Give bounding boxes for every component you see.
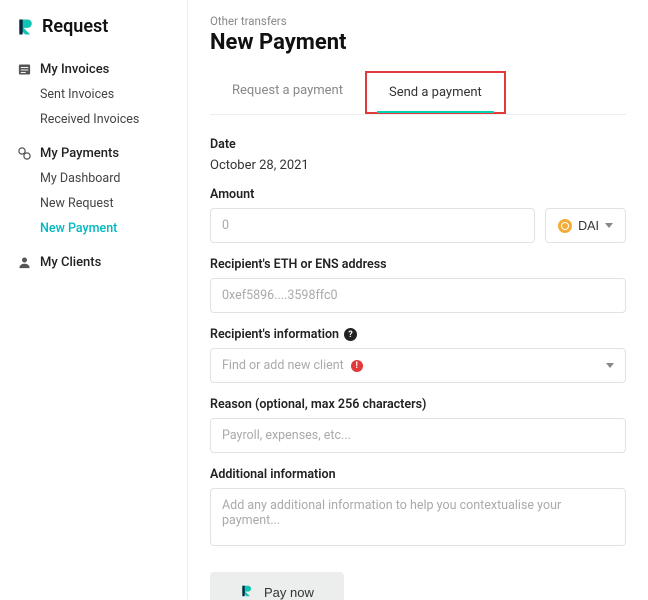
recipient-info-placeholder: Find or add new client [222, 358, 344, 373]
swap-icon [16, 145, 32, 161]
additional-info-textarea[interactable] [210, 488, 626, 546]
additional-info-label: Additional information [210, 467, 626, 482]
recipient-info-select[interactable]: Find or add new client ! [210, 348, 626, 383]
page-title: New Payment [210, 30, 626, 55]
sidebar-section-payments[interactable]: My Payments [10, 139, 177, 167]
tabs: Request a payment Send a payment [210, 71, 626, 115]
recipient-address-label: Recipient's ETH or ENS address [210, 257, 626, 272]
chevron-down-icon [606, 363, 614, 368]
sidebar-section-label: My Invoices [40, 62, 109, 77]
sidebar: Request My Invoices Sent Invoices Receiv… [0, 0, 188, 600]
chevron-down-icon [605, 223, 613, 228]
reason-input[interactable] [210, 418, 626, 453]
main-content: Other transfers New Payment Request a pa… [188, 0, 648, 600]
date-value: October 28, 2021 [210, 158, 626, 173]
brand-logo[interactable]: Request [10, 12, 177, 55]
brand-name: Request [42, 16, 108, 37]
tab-request-payment[interactable]: Request a payment [210, 71, 365, 114]
currency-label: DAI [578, 219, 599, 233]
dai-icon [558, 219, 572, 233]
document-list-icon [16, 61, 32, 77]
currency-select[interactable]: DAI [545, 208, 626, 243]
help-icon[interactable]: ? [344, 328, 357, 341]
sidebar-item-received-invoices[interactable]: Received Invoices [40, 108, 177, 131]
breadcrumb: Other transfers [210, 14, 626, 28]
sidebar-section-label: My Clients [40, 255, 101, 270]
sidebar-section-invoices[interactable]: My Invoices [10, 55, 177, 83]
reason-label: Reason (optional, max 256 characters) [210, 397, 626, 412]
request-logo-icon [240, 584, 254, 600]
recipient-address-input[interactable] [210, 278, 626, 313]
user-icon [16, 254, 32, 270]
sidebar-item-new-request[interactable]: New Request [40, 192, 177, 215]
request-logo-icon [16, 17, 36, 37]
pay-now-button[interactable]: Pay now [210, 572, 344, 600]
sidebar-item-sent-invoices[interactable]: Sent Invoices [40, 83, 177, 106]
sidebar-item-new-payment[interactable]: New Payment [40, 217, 177, 240]
date-label: Date [210, 137, 626, 152]
error-badge-icon: ! [351, 360, 363, 372]
recipient-info-label: Recipient's information ? [210, 327, 626, 342]
sidebar-section-label: My Payments [40, 146, 119, 161]
sidebar-item-my-dashboard[interactable]: My Dashboard [40, 167, 177, 190]
tab-send-payment[interactable]: Send a payment [365, 71, 506, 114]
sidebar-section-clients[interactable]: My Clients [10, 248, 177, 276]
amount-input[interactable] [210, 208, 535, 243]
pay-now-label: Pay now [264, 585, 314, 600]
amount-label: Amount [210, 187, 626, 202]
